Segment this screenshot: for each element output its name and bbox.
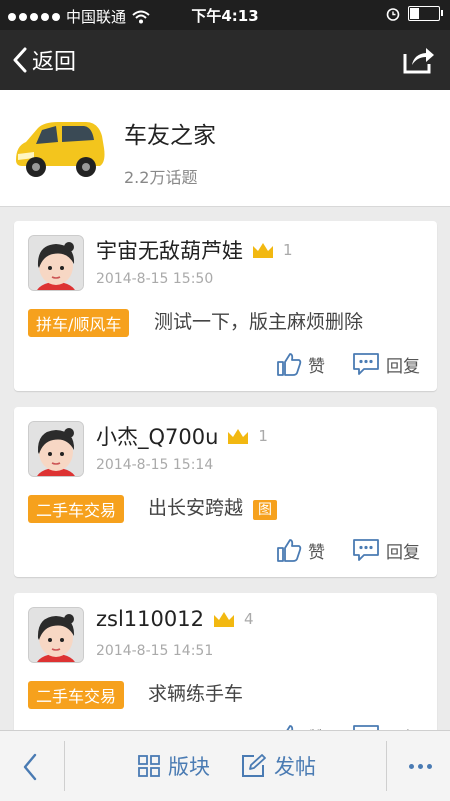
user-level: 1 — [258, 427, 268, 445]
like-icon — [277, 353, 302, 376]
post-tag[interactable]: 拼车/顺风车 — [28, 309, 130, 337]
like-button[interactable]: 赞 — [276, 537, 325, 563]
more-button[interactable] — [409, 764, 432, 769]
divider — [386, 741, 387, 791]
post-label: 发帖 — [274, 755, 316, 779]
post-time: 2014-8-15 15:50 — [96, 271, 214, 287]
reply-icon — [353, 539, 379, 561]
bottom-toolbar: 版块 发帖 — [0, 730, 450, 801]
like-button[interactable]: 赞 — [276, 351, 325, 377]
post-time: 2014-8-15 15:14 — [96, 457, 214, 473]
post-username[interactable]: 小杰_Q700u — [96, 421, 218, 451]
post-tag[interactable]: 二手车交易 — [28, 681, 125, 709]
avatar[interactable] — [28, 421, 84, 477]
topic-count: 2.2万话题 — [124, 168, 198, 187]
more-icon — [409, 764, 414, 769]
crown-icon — [228, 429, 249, 444]
post-card[interactable]: 小杰_Q700u 1 2014-8-15 15:14 二手车交易 出长安跨越图 … — [14, 407, 437, 577]
nav-bar: 返回 — [0, 30, 450, 90]
forum-logo — [16, 122, 105, 177]
status-bar: 中国联通 下午4:13 — [0, 0, 450, 30]
avatar[interactable] — [28, 607, 84, 663]
edit-icon — [242, 754, 266, 777]
user-level: 4 — [243, 610, 254, 628]
reply-icon — [353, 353, 379, 375]
more-icon — [418, 764, 423, 769]
post-text[interactable]: 出长安跨越图 — [148, 493, 278, 520]
post-card[interactable]: 宇宙无敌葫芦娃 1 2014-8-15 15:50 拼车/顺风车 测试一下，版主… — [14, 221, 437, 391]
share-button[interactable] — [402, 44, 436, 78]
chevron-left-icon — [23, 753, 37, 781]
back-label: 返回 — [32, 50, 77, 75]
like-label: 赞 — [308, 542, 325, 563]
forum-title: 车友之家 — [124, 123, 216, 149]
post-text-content: 出长安跨越 — [148, 497, 244, 519]
crown-icon — [213, 612, 234, 627]
post-tag[interactable]: 二手车交易 — [28, 495, 125, 523]
user-avatar-icon — [29, 608, 83, 662]
reply-button[interactable]: 回复 — [352, 351, 420, 377]
post-time: 2014-8-15 14:51 — [96, 643, 214, 659]
grid-icon — [138, 755, 160, 777]
battery-icon — [408, 6, 443, 21]
reply-button[interactable]: 回复 — [352, 537, 420, 563]
alarm-icon — [386, 7, 400, 21]
reply-label: 回复 — [386, 542, 420, 563]
forum-header: 车友之家 2.2万话题 — [0, 90, 450, 207]
back-chevron-icon — [13, 47, 27, 73]
divider — [64, 741, 65, 791]
user-avatar-icon — [29, 422, 83, 476]
image-badge: 图 — [253, 499, 278, 520]
post-text[interactable]: 测试一下，版主麻烦删除 — [154, 307, 363, 334]
user-level: 1 — [283, 241, 293, 259]
like-icon — [277, 539, 302, 562]
sections-button[interactable]: 版块 — [138, 751, 210, 781]
share-icon — [403, 48, 434, 74]
post-username[interactable]: 宇宙无敌葫芦娃 — [96, 235, 243, 265]
like-label: 赞 — [308, 356, 325, 377]
more-icon — [427, 764, 432, 769]
sections-label: 版块 — [168, 755, 210, 779]
reply-label: 回复 — [386, 356, 420, 377]
post-username[interactable]: zsl110012 — [96, 607, 204, 631]
crown-icon — [253, 243, 273, 258]
avatar[interactable] — [28, 235, 84, 291]
new-post-button[interactable]: 发帖 — [240, 751, 316, 781]
toolbar-back-button[interactable] — [22, 753, 38, 785]
status-time: 下午4:13 — [191, 7, 259, 25]
back-button[interactable]: 返回 — [12, 44, 76, 76]
user-avatar-icon — [29, 236, 83, 290]
post-text[interactable]: 求辆练手车 — [148, 679, 243, 706]
